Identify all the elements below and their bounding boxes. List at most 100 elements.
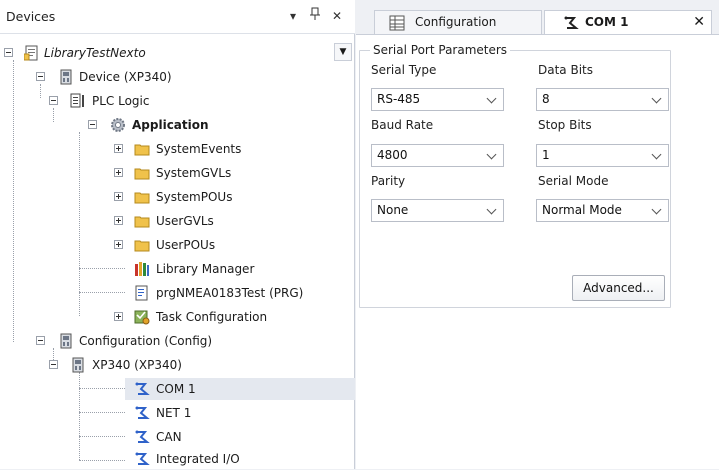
- tree-item-label: PLC Logic: [92, 94, 150, 108]
- tree-item-plc-logic[interactable]: PLC Logic: [0, 90, 355, 112]
- selected-value: Normal Mode: [542, 203, 622, 217]
- parity-label: Parity: [371, 174, 406, 188]
- baud-rate-label: Baud Rate: [371, 118, 434, 132]
- program-icon: [135, 285, 148, 301]
- expand-toggle[interactable]: [114, 144, 123, 153]
- tree-item-usergvls[interactable]: UserGVLs: [0, 210, 355, 232]
- data-bits-select[interactable]: 8: [536, 88, 669, 111]
- tree-item-can[interactable]: CAN: [0, 426, 355, 448]
- selected-value: 1: [542, 148, 550, 162]
- selected-value: 8: [542, 92, 550, 106]
- expand-toggle[interactable]: [114, 168, 123, 177]
- task-config-icon: [134, 310, 150, 325]
- panel-menu-dropdown-icon[interactable]: ▾: [284, 7, 302, 25]
- tab-label: COM 1: [585, 15, 629, 29]
- selected-value: None: [377, 203, 409, 217]
- advanced-button[interactable]: Advanced...: [572, 275, 665, 301]
- tree-item-label: XP340 (XP340): [92, 358, 182, 372]
- collapse-toggle[interactable]: [88, 120, 97, 129]
- device-icon: [60, 69, 72, 85]
- tree-item-systemgvls[interactable]: SystemGVLs: [0, 162, 355, 184]
- config-grid-icon: [389, 15, 405, 31]
- tree-item-label: Application: [132, 118, 209, 132]
- chevron-down-icon: [651, 149, 662, 160]
- project-dropdown-button[interactable]: ▼: [334, 43, 352, 61]
- project-icon: [24, 45, 38, 61]
- tree-item-label: CAN: [156, 430, 182, 444]
- folder-icon: [134, 168, 150, 180]
- serial-mode-select[interactable]: Normal Mode: [536, 199, 669, 222]
- com1-editor-content: Serial Port Parameters Serial Type RS-48…: [356, 34, 719, 469]
- stop-bits-label: Stop Bits: [538, 118, 592, 132]
- tree-item-device[interactable]: Device (XP340): [0, 66, 355, 88]
- serial-type-label: Serial Type: [371, 63, 437, 77]
- plc-logic-icon: [70, 93, 84, 108]
- tree-item-prgnmea0183test[interactable]: prgNMEA0183Test (PRG): [0, 282, 355, 304]
- tree-item-label: prgNMEA0183Test (PRG): [156, 286, 304, 300]
- chevron-down-icon: [486, 149, 497, 160]
- library-manager-icon: [135, 262, 149, 276]
- device-icon: [72, 357, 84, 373]
- expand-toggle[interactable]: [114, 216, 123, 225]
- tree-item-label: Device (XP340): [79, 70, 172, 84]
- selected-value: RS-485: [377, 92, 421, 106]
- serial-mode-label: Serial Mode: [538, 174, 609, 188]
- collapse-toggle[interactable]: [36, 72, 45, 81]
- tree-item-label: NET 1: [156, 406, 192, 420]
- devices-panel-header: Devices ▾ ✕: [0, 0, 355, 34]
- baud-rate-select[interactable]: 4800: [371, 144, 504, 167]
- tree-item-task-configuration[interactable]: Task Configuration: [0, 306, 355, 328]
- serial-port-parameters-group: Serial Port Parameters Serial Type RS-48…: [359, 43, 671, 308]
- close-icon[interactable]: ✕: [693, 14, 705, 30]
- tree-item-configuration[interactable]: Configuration (Config): [0, 330, 355, 352]
- collapse-toggle[interactable]: [36, 336, 45, 345]
- collapse-toggle[interactable]: [4, 48, 13, 57]
- stop-bits-select[interactable]: 1: [536, 144, 669, 167]
- tree-item-label: Task Configuration: [156, 310, 268, 324]
- collapse-toggle[interactable]: [49, 96, 58, 105]
- tree-item-application[interactable]: Application: [0, 114, 355, 136]
- tree-item-librarytestnexto[interactable]: LibraryTestNexto: [0, 42, 330, 64]
- tree-item-systempous[interactable]: SystemPOUs: [0, 186, 355, 208]
- chevron-down-icon: [651, 93, 662, 104]
- tree-item-systemevents[interactable]: SystemEvents: [0, 138, 355, 160]
- panel-title: Devices: [6, 9, 56, 24]
- tree-item-integrated-io[interactable]: Integrated I/O: [0, 448, 355, 470]
- tree-item-library-manager[interactable]: Library Manager: [0, 258, 355, 280]
- expand-toggle[interactable]: [114, 240, 123, 249]
- tree-item-label: SystemEvents: [156, 142, 242, 156]
- tree-item-label: UserGVLs: [156, 214, 214, 228]
- expand-toggle[interactable]: [114, 192, 123, 201]
- expand-toggle[interactable]: [114, 312, 123, 321]
- pin-icon[interactable]: [306, 7, 324, 25]
- chevron-down-icon: [486, 204, 497, 215]
- folder-icon: [134, 192, 150, 204]
- tree-item-label: Library Manager: [156, 262, 255, 276]
- data-bits-label: Data Bits: [538, 63, 593, 77]
- tree-item-label: SystemPOUs: [156, 190, 233, 204]
- tree-item-net1[interactable]: NET 1: [0, 402, 355, 424]
- editor-area: Configuration (Config) COM 1 ✕ Serial Po…: [356, 0, 719, 469]
- tree-item-xp340[interactable]: XP340 (XP340): [0, 354, 355, 376]
- chevron-down-icon: [651, 204, 662, 215]
- application-gear-icon: [111, 118, 125, 132]
- tree-item-label: SystemGVLs: [156, 166, 232, 180]
- close-icon[interactable]: ✕: [328, 7, 346, 25]
- tree-item-label: Integrated I/O: [156, 452, 240, 466]
- serial-port-icon: [135, 406, 150, 419]
- editor-tabstrip: Configuration (Config) COM 1 ✕: [356, 0, 719, 51]
- tab-com1[interactable]: COM 1 ✕: [544, 10, 712, 35]
- tree-item-userpous[interactable]: UserPOUs: [0, 234, 355, 256]
- parity-select[interactable]: None: [371, 199, 504, 222]
- chevron-down-icon: [486, 93, 497, 104]
- devices-panel: Devices ▾ ✕ LibraryTestNexto ▼ Device (X…: [0, 0, 355, 469]
- serial-port-icon: [135, 430, 150, 443]
- tab-configuration[interactable]: Configuration (Config): [374, 10, 542, 51]
- serial-type-select[interactable]: RS-485: [371, 88, 504, 111]
- serial-port-icon: [135, 382, 150, 395]
- folder-icon: [134, 240, 150, 252]
- tree-item-label: COM 1: [156, 382, 196, 396]
- collapse-toggle[interactable]: [49, 360, 58, 369]
- group-title: Serial Port Parameters: [370, 43, 511, 57]
- tree-item-com1[interactable]: COM 1: [125, 378, 355, 400]
